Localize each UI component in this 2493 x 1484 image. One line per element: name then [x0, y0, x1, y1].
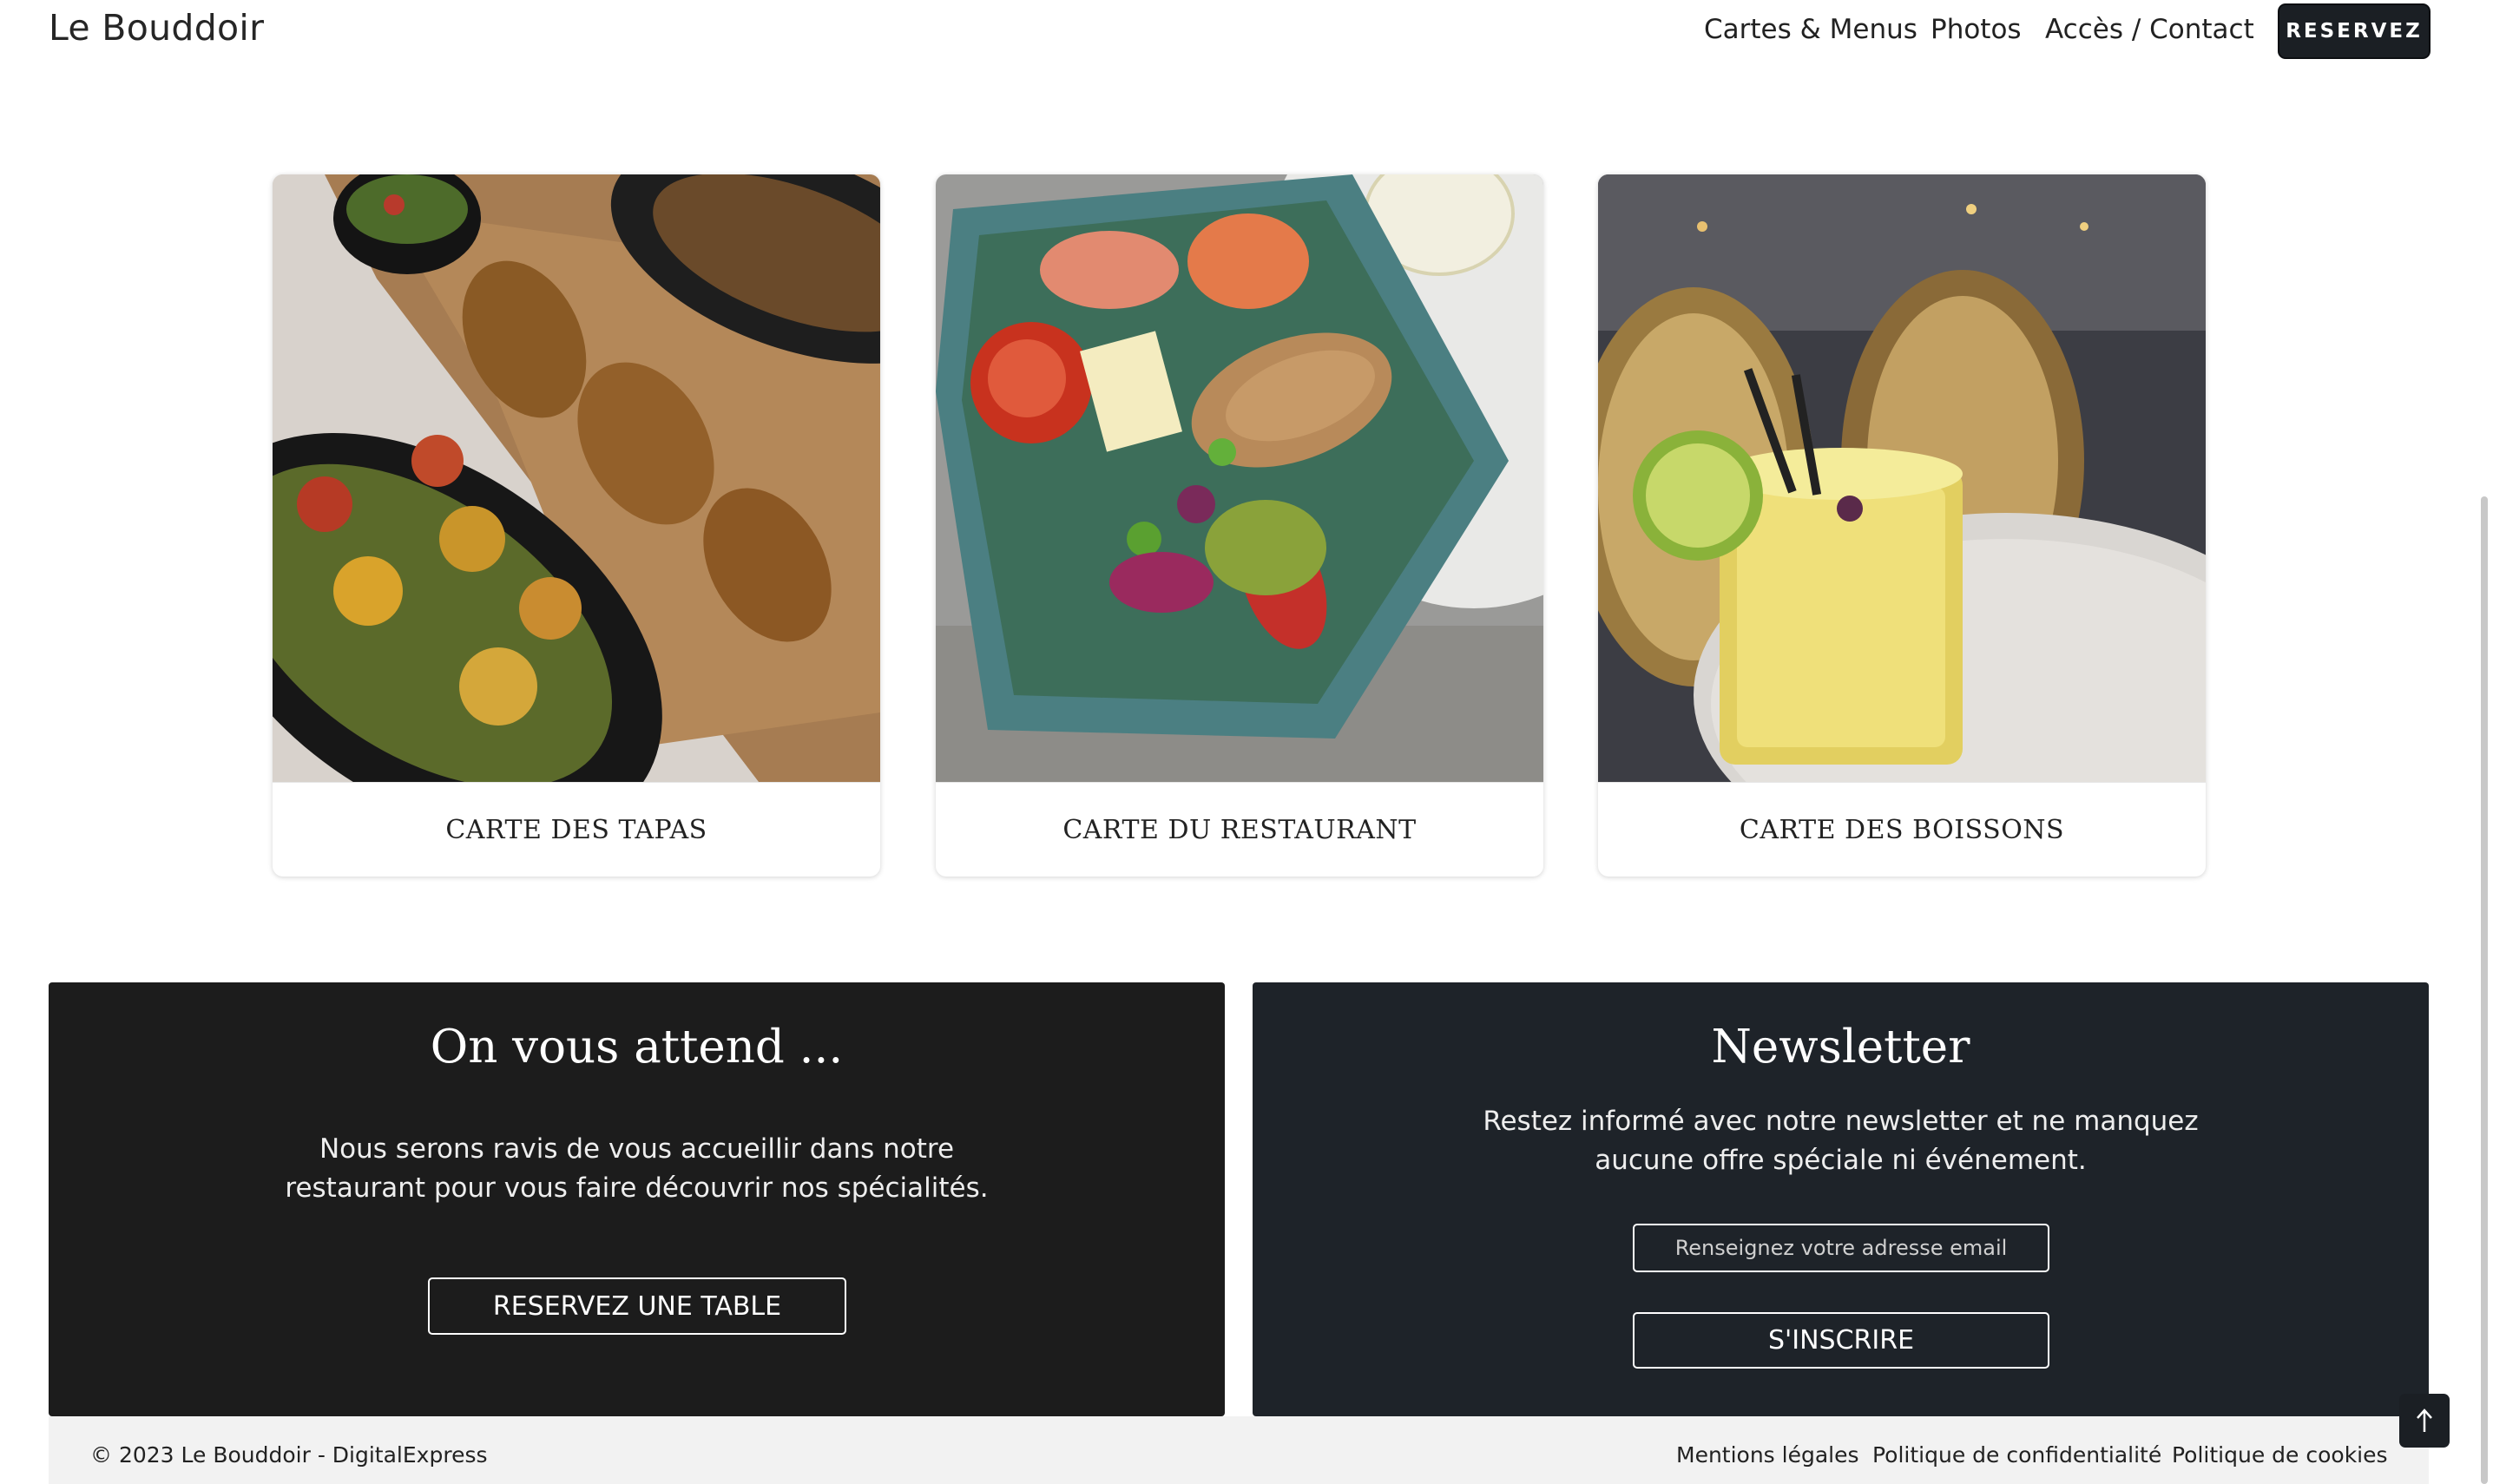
tapas-photo-image — [273, 174, 880, 782]
page-scrollbar[interactable] — [2481, 496, 2488, 1484]
menu-card-tapas[interactable]: CARTE DES TAPAS — [273, 174, 880, 877]
card-label-tapas[interactable]: CARTE DES TAPAS — [273, 782, 880, 877]
newsletter-text: Restez informé avec notre newsletter et … — [1253, 1102, 2429, 1180]
reserve-button[interactable]: RESERVEZ — [2279, 5, 2429, 57]
newsletter-title: Newsletter — [1711, 1021, 1970, 1074]
welcome-title: On vous attend ... — [430, 1021, 844, 1074]
newsletter-panel: Newsletter Restez informé avec notre new… — [1253, 982, 2429, 1416]
card-label-boissons[interactable]: CARTE DES BOISSONS — [1598, 782, 2206, 877]
copyright-text: © 2023 Le Bouddoir - DigitalExpress — [90, 1442, 488, 1468]
cocktail-photo-image — [1598, 174, 2206, 782]
nav-acces-contact[interactable]: Accès / Contact — [2045, 14, 2254, 45]
newsletter-text-line-2: aucune offre spéciale ni événement. — [1595, 1145, 2087, 1176]
newsletter-email-input[interactable] — [1633, 1224, 2049, 1272]
arrow-up-icon — [2417, 1408, 2432, 1432]
reserve-table-button[interactable]: RESERVEZ UNE TABLE — [428, 1277, 846, 1335]
footer-link-privacy[interactable]: Politique de confidentialité — [1872, 1442, 2161, 1468]
salad-photo[interactable] — [936, 174, 1543, 782]
site-footer: © 2023 Le Bouddoir - DigitalExpress Ment… — [49, 1416, 2429, 1484]
nav-cartes-menus[interactable]: Cartes & Menus — [1704, 14, 1917, 45]
cocktail-photo[interactable] — [1598, 174, 2206, 782]
welcome-text-line-2: restaurant pour vous faire découvrir nos… — [285, 1172, 989, 1204]
card-label-restaurant[interactable]: CARTE DU RESTAURANT — [936, 782, 1543, 877]
site-logo[interactable]: Le Bouddoir — [49, 7, 264, 49]
footer-link-mentions[interactable]: Mentions légales — [1676, 1442, 1859, 1468]
menu-card-restaurant[interactable]: CARTE DU RESTAURANT — [936, 174, 1543, 877]
scroll-top-button[interactable] — [2399, 1394, 2450, 1448]
site-header: Le Bouddoir Cartes & Menus Photos Accès … — [0, 0, 2493, 62]
welcome-text-line-1: Nous serons ravis de vous accueillir dan… — [319, 1133, 955, 1165]
footer-link-cookies[interactable]: Politique de cookies — [2172, 1442, 2388, 1468]
tapas-photo[interactable] — [273, 174, 880, 782]
menu-card-boissons[interactable]: CARTE DES BOISSONS — [1598, 174, 2206, 877]
welcome-panel: On vous attend ... Nous serons ravis de … — [49, 982, 1225, 1416]
newsletter-text-line-1: Restez informé avec notre newsletter et … — [1483, 1106, 2199, 1137]
welcome-text: Nous serons ravis de vous accueillir dan… — [49, 1130, 1225, 1208]
salad-photo-image — [936, 174, 1543, 782]
nav-photos[interactable]: Photos — [1931, 14, 2022, 45]
subscribe-button[interactable]: S'INSCRIRE — [1633, 1312, 2049, 1369]
